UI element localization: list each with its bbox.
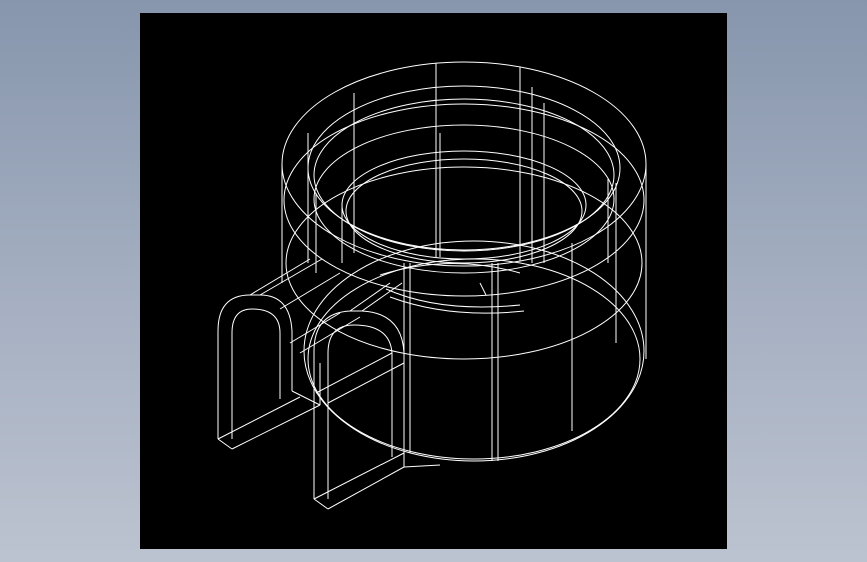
clip-tab-right-diag-2	[327, 362, 405, 404]
clip-tab-right-diag-1	[315, 352, 393, 394]
flange-top-outer-ellipse	[281, 61, 647, 267]
cad-viewport[interactable]	[140, 13, 727, 549]
bore-lip-ellipse	[345, 158, 583, 264]
clip-tab-left-base	[217, 396, 301, 440]
clip-tab-right-bottom-2	[327, 466, 405, 510]
flange-bottom-ellipse	[283, 103, 645, 297]
clip-tab-right-inner	[327, 324, 393, 499]
throat-arc-1	[385, 288, 521, 308]
flange-top-mid-ellipse	[307, 85, 621, 251]
clip-tab-left-top-1	[249, 258, 311, 296]
throat-line	[479, 282, 487, 296]
connector-4	[299, 316, 361, 354]
body-lower-ellipse	[303, 240, 645, 462]
connector-1	[291, 390, 321, 406]
clip-tab-right-top-1	[349, 282, 391, 312]
clip-tab-left-bottom	[217, 438, 233, 450]
clip-tab-left-front	[217, 294, 293, 439]
clip-tab-right-bottom	[313, 498, 329, 510]
connector-6	[403, 464, 441, 468]
wireframe-model[interactable]	[140, 13, 727, 549]
clip-tab-left-bottom-2	[231, 404, 321, 450]
wireframe-geometry	[217, 61, 647, 510]
clip-tab-right-top-2	[361, 282, 403, 312]
